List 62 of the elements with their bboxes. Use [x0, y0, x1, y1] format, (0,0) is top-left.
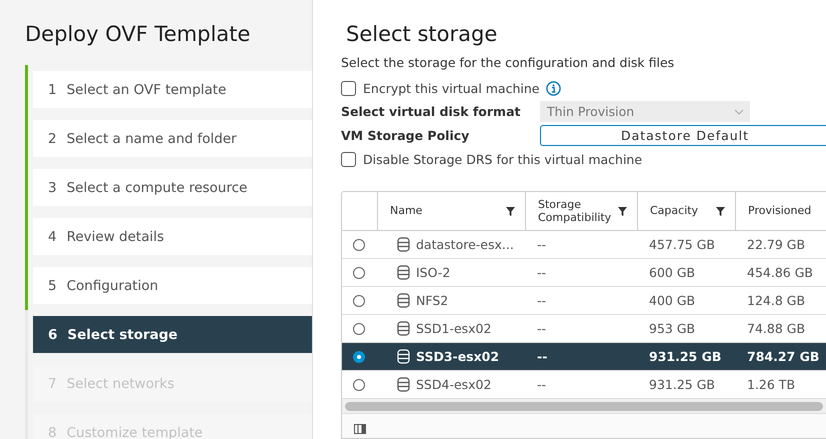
step-number: 2	[48, 130, 57, 146]
datastore-name: ISO-2	[416, 265, 450, 280]
wizard-step[interactable]: 2 Select a name and folder	[33, 120, 312, 157]
column-header-label: Name	[390, 204, 422, 218]
datastore-name: NFS2	[416, 293, 448, 308]
datastore-name: SSD3-esx02	[416, 349, 500, 364]
wizard-title: Deploy OVF Template	[24, 21, 252, 46]
radio-button[interactable]	[353, 238, 365, 251]
page-title: Select storage	[345, 21, 498, 48]
table-cell: 931.25 GB	[637, 343, 735, 372]
filter-icon[interactable]	[506, 206, 515, 216]
wizard-step[interactable]: 1 Select an OVF template	[33, 71, 312, 108]
step-label: Select a compute resource	[66, 180, 248, 196]
column-header-label: Storage Compatibility	[538, 198, 612, 224]
step-number: 6	[48, 326, 58, 342]
database-icon	[397, 321, 410, 336]
datastore-name: datastore-esx...	[416, 237, 514, 252]
field-label: VM Storage Policy	[341, 128, 470, 143]
datastore-name: SSD4-esx02	[416, 377, 492, 392]
scrollbar-track[interactable]	[342, 399, 826, 414]
database-icon	[397, 293, 410, 308]
database-icon	[397, 377, 410, 392]
step-number: 3	[48, 180, 57, 196]
table-row-select[interactable]	[342, 343, 377, 372]
checkbox-label: Disable Storage DRS for this virtual machine	[363, 152, 642, 167]
storage-policy-dropdown[interactable]: Datastore Default	[540, 124, 826, 146]
wizard-step[interactable]: 3 Select a compute resource	[33, 169, 312, 206]
radio-button[interactable]	[353, 322, 365, 335]
step-label: Select a name and folder	[66, 130, 237, 146]
filter-icon[interactable]	[716, 206, 725, 216]
radio-button[interactable]	[353, 266, 365, 279]
wizard-step[interactable]: 5 Configuration	[33, 267, 312, 304]
step-number: 1	[48, 82, 57, 98]
checkbox-label: Encrypt this virtual machine	[363, 80, 540, 96]
step-number: 4	[48, 228, 57, 244]
datastore-name: SSD1-esx02	[416, 321, 492, 336]
step-number: 5	[48, 278, 57, 294]
radio-button[interactable]	[353, 378, 365, 391]
info-icon[interactable]	[546, 80, 562, 96]
wizard-step[interactable]: 4 Review details	[33, 218, 312, 255]
radio-button[interactable]	[353, 294, 365, 307]
checkbox[interactable]	[341, 80, 356, 96]
table-cell: --	[525, 343, 637, 372]
database-icon	[397, 237, 410, 252]
step-label: Select storage	[67, 326, 178, 342]
scrollbar-thumb[interactable]	[345, 402, 823, 411]
checkbox[interactable]	[341, 152, 356, 167]
column-header-label: Capacity	[650, 204, 698, 218]
database-icon	[397, 349, 410, 364]
field-label: Select virtual disk format	[341, 104, 522, 120]
filter-icon[interactable]	[618, 206, 627, 216]
step-label: Configuration	[66, 278, 158, 294]
step-label: Review details	[66, 228, 164, 244]
description-text: Select the storage for the configuration and disk files	[341, 54, 676, 72]
step-label: Select an OVF template	[66, 82, 226, 98]
table-cell: 784.27 GB	[735, 343, 826, 372]
radio-button[interactable]	[353, 350, 365, 363]
database-icon	[397, 265, 410, 280]
columns-icon[interactable]	[354, 424, 366, 434]
wizard-step[interactable]: 6 Select storage	[33, 316, 312, 353]
chevron-down-icon	[734, 108, 744, 115]
column-header-label: Provisioned	[748, 204, 812, 218]
